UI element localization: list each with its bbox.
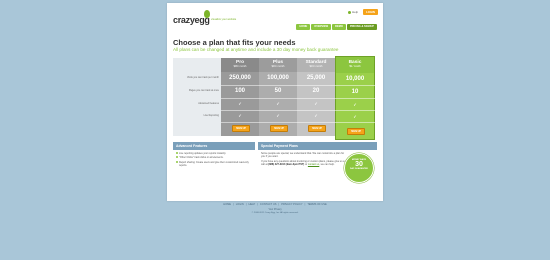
row-label-pages: Pages you can track at once: [188, 89, 219, 92]
badge-bottom-text: DAY GUARANTEE: [350, 168, 368, 170]
row-label-live: Live Reporting: [203, 114, 219, 117]
plan-body: 25,000 20 ✓ ✓ SIGN UP: [297, 72, 335, 136]
check-icon: ✓: [276, 113, 280, 118]
nav-demo[interactable]: DEMO: [332, 24, 346, 30]
footer-nav: HOME | LOGIN | HELP | CONTACT US | PRIVA…: [0, 203, 550, 206]
check-icon: ✓: [238, 101, 242, 106]
panel-title: Advanced Features: [173, 142, 255, 150]
footer-your-privacy[interactable]: Your Privacy: [0, 208, 550, 211]
egg-icon: [204, 10, 210, 18]
login-button[interactable]: LOGIN: [363, 9, 378, 15]
pages-value: 10: [351, 89, 359, 95]
special-text-2: If you have any questions about invoicin…: [261, 160, 345, 166]
check-icon: ✓: [276, 101, 280, 106]
feature-text: Live reporting updates your reports inst…: [179, 151, 226, 155]
signup-button-plus[interactable]: SIGN UP: [270, 125, 288, 132]
plan-pro: Pro $99 / month 250,000 100 ✓ ✓ SIGN UP: [221, 58, 259, 136]
footer-separator: |: [257, 203, 258, 206]
plan-name: Pro: [236, 60, 244, 65]
signup-button-pro[interactable]: SIGN UP: [232, 125, 250, 132]
badge-number: 30: [355, 161, 363, 168]
nav-pricing-signup[interactable]: PRICING & SIGNUP: [346, 24, 377, 30]
pages-value: 100: [234, 88, 245, 94]
feature-text: Report sharing: Create users and give th…: [179, 160, 249, 167]
plan-header: Basic $9 / month: [336, 57, 374, 73]
check-icon: ✓: [353, 114, 357, 119]
special-text-3: , we can help.: [319, 163, 335, 167]
check-icon: ✓: [353, 102, 357, 107]
row-divider: [221, 85, 377, 86]
check-icon: ✓: [314, 101, 318, 106]
special-payment-panel: Special Payment Plans Some people are sp…: [258, 142, 377, 192]
check-icon: ✓: [238, 113, 242, 118]
help-label: Help: [352, 10, 359, 14]
guarantee-badge: MONEY BACK 30 DAY GUARANTEE: [344, 153, 374, 183]
pricing-table: Visits you can track per month Pages you…: [173, 56, 377, 140]
page-container: crazyegg visualize your website Help LOG…: [167, 3, 383, 201]
row-divider: [221, 98, 377, 99]
row-divider: [221, 122, 377, 123]
footer-separator: |: [245, 203, 247, 206]
bullet-icon: [176, 156, 178, 159]
pages-value: 20: [312, 88, 320, 94]
plan-body: 250,000 100 ✓ ✓ SIGN UP: [221, 72, 259, 136]
panel-title: Special Payment Plans: [258, 142, 377, 150]
visits-value: 100,000: [267, 75, 289, 81]
plan-price: $99 / month: [233, 65, 247, 68]
footer-privacy-policy[interactable]: PRIVACY POLICY: [281, 203, 302, 206]
pages-value: 50: [274, 88, 282, 94]
help-icon: [348, 10, 351, 14]
footer-separator: |: [278, 203, 280, 206]
or-text: or: [304, 163, 308, 167]
visits-value: 25,000: [306, 75, 326, 81]
plan-header: Pro $99 / month: [221, 58, 259, 72]
row-divider: [221, 110, 377, 111]
row-label-visits: Visits you can track per month: [187, 76, 219, 79]
visits-value: 10,000: [345, 76, 365, 82]
plan-plus: Plus $49 / month 100,000 50 ✓ ✓ SIGN UP: [259, 58, 297, 136]
signup-button-standard[interactable]: SIGN UP: [308, 125, 326, 132]
row-label-advanced: Advanced Features: [198, 102, 219, 105]
plan-standard: Standard $19 / month 25,000 20 ✓ ✓ SIGN …: [297, 58, 335, 136]
advanced-features-panel: Advanced Features Live reporting updates…: [173, 142, 255, 184]
feature-item: Report sharing: Create users and give th…: [176, 161, 255, 167]
plan-header: Plus $49 / month: [259, 58, 297, 72]
check-icon: ✓: [314, 113, 318, 118]
contact-us-link[interactable]: contact us: [308, 163, 319, 166]
plan-price: $9 / month: [349, 65, 361, 68]
footer-terms[interactable]: TERMS OF USE: [307, 203, 326, 206]
row-labels-column: Visits you can track per month Pages you…: [173, 58, 221, 136]
plan-body: 10,000 10 ✓ ✓ SIGN UP: [336, 73, 374, 139]
page-subtitle: All plans can be changed at anytime and …: [173, 47, 339, 52]
nav-home[interactable]: HOME: [296, 24, 311, 30]
footer-login[interactable]: LOGIN: [236, 203, 244, 206]
feature-text: "Other Clicks" track clicks on all eleme…: [179, 156, 224, 159]
page-title: Choose a plan that fits your needs: [173, 38, 296, 47]
special-text-1: Some people are special, we understand t…: [261, 152, 345, 159]
signup-button-basic[interactable]: SIGN UP: [347, 128, 365, 135]
plan-name: Plus: [272, 60, 284, 65]
phone-number: (888) 227-3913 (9am-6pm PST): [268, 163, 305, 167]
footer-separator: |: [304, 203, 306, 206]
bullet-icon: [176, 160, 178, 163]
visits-value: 250,000: [229, 75, 251, 81]
footer-home[interactable]: HOME: [223, 203, 231, 206]
footer-help[interactable]: HELP: [248, 203, 255, 206]
footer-separator: |: [233, 203, 234, 206]
plan-price: $19 / month: [309, 65, 323, 68]
nav-overview[interactable]: OVERVIEW: [311, 24, 332, 30]
bullet-icon: [176, 151, 178, 154]
feature-item: Live reporting updates your reports inst…: [176, 152, 255, 155]
feature-item: "Other Clicks" track clicks on all eleme…: [176, 156, 255, 159]
main-nav: HOME OVERVIEW DEMO PRICING & SIGNUP: [296, 24, 377, 30]
plan-header: Standard $19 / month: [297, 58, 335, 72]
help-link[interactable]: Help: [348, 10, 358, 14]
plan-name: Standard: [305, 60, 327, 65]
plan-body: 100,000 50 ✓ ✓ SIGN UP: [259, 72, 297, 136]
tagline: visualize your website: [211, 18, 237, 21]
footer-copyright: © 2008-2011 Crazy Egg, Inc. All rights r…: [251, 212, 299, 214]
plan-price: $49 / month: [271, 65, 285, 68]
plan-name: Basic: [348, 60, 362, 65]
footer-contact[interactable]: CONTACT US: [260, 203, 277, 206]
